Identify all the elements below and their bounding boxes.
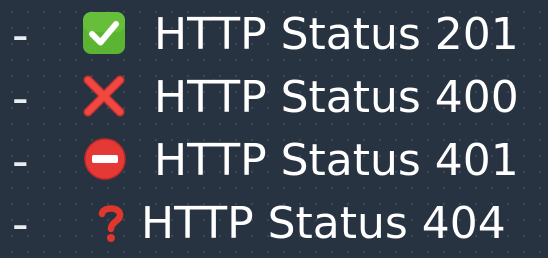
status-label: HTTP Status 404 [141,198,506,249]
status-label: HTTP Status 400 [154,72,519,123]
list-item-status-201: - HTTP Status 201 [0,3,548,67]
bullet-dash: - [12,8,29,62]
bullet-dash: - [12,197,29,251]
status-label: HTTP Status 401 [154,135,519,186]
bullet-dash: - [12,71,29,125]
list-item-status-404: - HTTP Status 404 [0,192,548,256]
no-entry-icon [83,137,127,181]
http-status-list: - HTTP Status 201 - HTTP Status 400 - HT… [0,0,548,258]
check-mark-button-icon [82,11,126,55]
red-question-mark-icon [91,200,131,244]
status-label: HTTP Status 201 [154,9,519,60]
list-item-status-401: - HTTP Status 401 [0,129,548,193]
cross-mark-icon [82,74,126,118]
bullet-dash: - [12,134,29,188]
list-item-status-400: - HTTP Status 400 [0,66,548,130]
